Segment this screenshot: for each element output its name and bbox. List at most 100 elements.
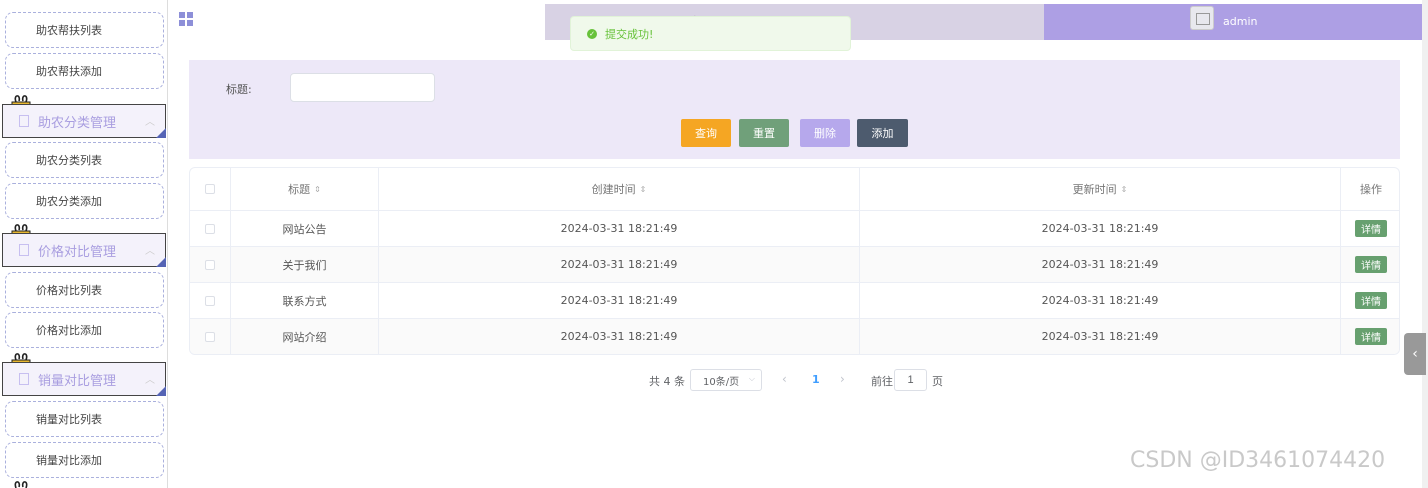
- app-root: 助农帮扶列表 助农帮扶添加 助农分类管理 ︿ 助农分类列表 助农分类添加 价格对…: [0, 0, 1428, 488]
- document-icon: [19, 373, 29, 385]
- next-page-icon[interactable]: ›: [840, 372, 845, 386]
- scrollbar-track[interactable]: [1422, 0, 1428, 488]
- prev-page-icon[interactable]: ‹: [782, 372, 787, 386]
- cell-title: 关于我们: [231, 247, 379, 282]
- row-checkbox[interactable]: [205, 259, 215, 270]
- sort-icon[interactable]: ⇕: [314, 185, 321, 194]
- cell-action: 详情: [1341, 247, 1399, 282]
- success-toast: ✓ 提交成功!: [570, 16, 851, 51]
- cell-updated: 2024-03-31 18:21:49: [860, 247, 1341, 282]
- page-size-select[interactable]: 10条/页 ⌵: [690, 369, 762, 391]
- sidebar-group-price[interactable]: 价格对比管理 ︿: [2, 233, 166, 267]
- cell-action: 详情: [1341, 283, 1399, 318]
- cell-action: 详情: [1341, 319, 1399, 354]
- column-header-label: 更新时间: [1072, 183, 1117, 196]
- detail-button[interactable]: 详情: [1355, 220, 1387, 237]
- select-all-checkbox[interactable]: [205, 184, 215, 194]
- document-icon: [19, 115, 29, 127]
- pagination-total: 共 4 条: [649, 375, 685, 388]
- chevron-up-icon: ︿: [145, 375, 155, 386]
- sidebar-item-label: 助农帮扶添加: [36, 65, 102, 78]
- column-header-action: 操作: [1341, 168, 1399, 210]
- column-header-label: 标题: [288, 183, 311, 196]
- page-suffix: 页: [932, 375, 943, 388]
- sort-icon[interactable]: ⇕: [640, 185, 647, 194]
- sidebar-group-label: 助农分类管理: [38, 115, 117, 131]
- document-icon: [19, 244, 29, 256]
- sidebar-item-help-add[interactable]: 助农帮扶添加: [5, 53, 164, 89]
- sidebar-item-label: 销量对比添加: [36, 454, 102, 467]
- cell-updated: 2024-03-31 18:21:49: [860, 211, 1341, 246]
- corner-fold: [156, 386, 166, 396]
- binder-clip-icon: [14, 481, 28, 488]
- table-row: 联系方式 2024-03-31 18:21:49 2024-03-31 18:2…: [190, 283, 1399, 319]
- cell-created: 2024-03-31 18:21:49: [379, 319, 860, 354]
- user-name[interactable]: admin: [1223, 15, 1257, 28]
- row-select-cell: [190, 247, 231, 282]
- table-row: 网站介绍 2024-03-31 18:21:49 2024-03-31 18:2…: [190, 319, 1399, 354]
- cell-created: 2024-03-31 18:21:49: [379, 211, 860, 246]
- sidebar-item-label: 助农分类列表: [36, 154, 102, 167]
- row-checkbox[interactable]: [205, 223, 215, 234]
- sidebar-item-category-add[interactable]: 助农分类添加: [5, 183, 164, 219]
- row-checkbox[interactable]: [205, 331, 215, 342]
- column-header-title[interactable]: 标题 ⇕: [231, 168, 379, 210]
- table-row: 网站公告 2024-03-31 18:21:49 2024-03-31 18:2…: [190, 211, 1399, 247]
- sidebar-item-label: 价格对比列表: [36, 284, 102, 297]
- sidebar-item-price-list[interactable]: 价格对比列表: [5, 272, 164, 308]
- table-row: 关于我们 2024-03-31 18:21:49 2024-03-31 18:2…: [190, 247, 1399, 283]
- cell-created: 2024-03-31 18:21:49: [379, 247, 860, 282]
- cell-title: 网站介绍: [231, 319, 379, 354]
- chevron-down-icon: ⌵: [748, 374, 755, 383]
- title-label: 标题:: [226, 83, 252, 96]
- cell-updated: 2024-03-31 18:21:49: [860, 283, 1341, 318]
- detail-button[interactable]: 详情: [1355, 292, 1387, 309]
- corner-fold: [156, 128, 166, 138]
- sidebar-item-label: 助农帮扶列表: [36, 24, 102, 37]
- sidebar-item-sales-add[interactable]: 销量对比添加: [5, 442, 164, 478]
- column-header-created[interactable]: 创建时间 ⇕: [379, 168, 860, 210]
- detail-button[interactable]: 详情: [1355, 328, 1387, 345]
- page-size-value: 10条/页: [703, 376, 740, 388]
- title-search-input[interactable]: [290, 73, 435, 102]
- sidebar-item-label: 助农分类添加: [36, 195, 102, 208]
- success-check-icon: ✓: [587, 28, 597, 39]
- reset-button[interactable]: 重置: [739, 119, 789, 147]
- table-header-row: 标题 ⇕ 创建时间 ⇕ 更新时间 ⇕ 操作: [190, 168, 1399, 211]
- sidebar-item-label: 价格对比添加: [36, 324, 102, 337]
- row-select-cell: [190, 211, 231, 246]
- sidebar-group-category[interactable]: 助农分类管理 ︿: [2, 104, 166, 138]
- goto-label: 前往: [871, 375, 893, 388]
- sidebar-group-sales[interactable]: 销量对比管理 ︿: [2, 362, 166, 396]
- collapse-chevron-left-icon[interactable]: ‹: [1404, 333, 1426, 375]
- menu-grid-icon[interactable]: [179, 12, 193, 26]
- cell-action: 详情: [1341, 211, 1399, 246]
- toast-message: 提交成功!: [605, 27, 654, 41]
- row-checkbox[interactable]: [205, 295, 215, 306]
- header-select-cell: [190, 168, 231, 210]
- cell-title: 网站公告: [231, 211, 379, 246]
- avatar-image-icon[interactable]: [1190, 6, 1214, 30]
- add-button[interactable]: 添加: [857, 119, 908, 147]
- page-number-current[interactable]: 1: [812, 373, 820, 386]
- data-table: 标题 ⇕ 创建时间 ⇕ 更新时间 ⇕ 操作 网站公告 2024-03-31 18:21…: [189, 167, 1400, 355]
- sidebar-group-label: 价格对比管理: [38, 244, 117, 260]
- chevron-up-icon: ︿: [145, 246, 155, 257]
- cell-updated: 2024-03-31 18:21:49: [860, 319, 1341, 354]
- detail-button[interactable]: 详情: [1355, 256, 1387, 273]
- query-button[interactable]: 查询: [681, 119, 731, 147]
- sidebar-item-sales-list[interactable]: 销量对比列表: [5, 401, 164, 437]
- sidebar-item-price-add[interactable]: 价格对比添加: [5, 312, 164, 348]
- sidebar-item-label: 销量对比列表: [36, 413, 102, 426]
- delete-button[interactable]: 删除: [800, 119, 850, 147]
- goto-page-input[interactable]: [894, 369, 927, 391]
- column-header-updated[interactable]: 更新时间 ⇕: [860, 168, 1341, 210]
- sort-icon[interactable]: ⇕: [1121, 185, 1128, 194]
- column-header-label: 操作: [1360, 183, 1382, 196]
- corner-fold: [156, 257, 166, 267]
- cell-created: 2024-03-31 18:21:49: [379, 283, 860, 318]
- sidebar: 助农帮扶列表 助农帮扶添加 助农分类管理 ︿ 助农分类列表 助农分类添加 价格对…: [0, 0, 168, 488]
- sidebar-item-category-list[interactable]: 助农分类列表: [5, 142, 164, 178]
- column-header-label: 创建时间: [591, 183, 636, 196]
- sidebar-item-help-list[interactable]: 助农帮扶列表: [5, 12, 164, 48]
